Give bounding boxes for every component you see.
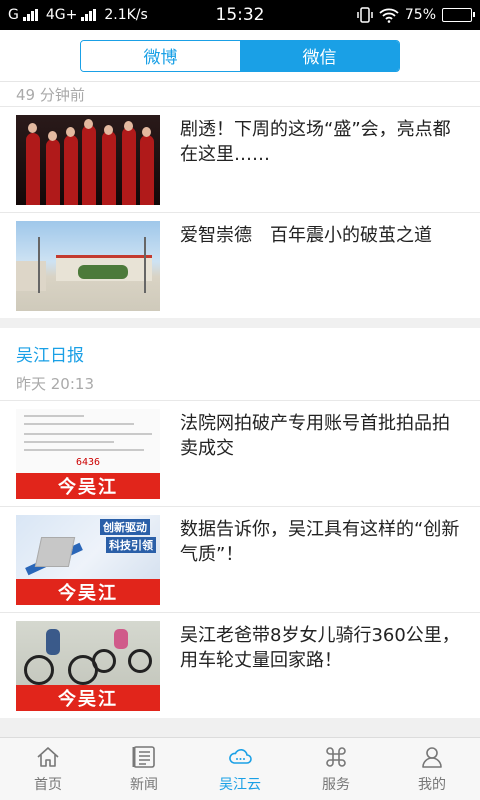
article-title: 爱智崇德 百年震小的破茧之道 (180, 225, 432, 246)
network-label: 4G+ (45, 7, 78, 23)
home-icon (37, 747, 59, 767)
article-title: 剧透！下周的这场“盛”会，亮点都在这里…… (180, 119, 451, 165)
article-title: 法院网拍破产专用账号首批拍品拍卖成交 (180, 413, 450, 459)
tab-label: 我的 (418, 777, 446, 793)
service-icon (326, 747, 346, 767)
list-item[interactable]: 创新驱动 科技引领 今吴江 数据告诉你，吴江具有这样的“创新气质”！ (0, 506, 480, 612)
status-left: G 4G+ 2.1K/s (8, 7, 357, 23)
tab-wujiang-cloud[interactable]: 吴江云 (192, 738, 288, 800)
tab-label: 服务 (322, 777, 350, 793)
group-header: 吴江日报 昨天 20:13 (0, 328, 480, 400)
signal-icon (22, 9, 38, 21)
carrier-label: G (8, 7, 19, 23)
group-timestamp: 昨天 20:13 (16, 374, 94, 393)
thumbnail-brand-band: 今吴江 (16, 684, 160, 711)
article-title: 吴江老爸带8岁女儿骑行360公里，用车轮丈量回家路！ (180, 625, 460, 671)
user-icon (422, 747, 442, 768)
thumbnail-brand-band: 今吴江 (16, 472, 160, 499)
source-switcher: 微博 微信 (80, 39, 400, 72)
list-item[interactable]: 爱智崇德 百年震小的破茧之道 (0, 212, 480, 318)
net-speed: 2.1K/s (104, 7, 148, 23)
bottom-tab-bar: 首页 新闻 吴江云 服务 我的 (0, 737, 480, 800)
feed-group: 吴江日报 昨天 20:13 6436 今吴江 法院网拍破产专用账号首批拍品拍卖成… (0, 328, 480, 718)
tab-label: 吴江云 (219, 777, 261, 793)
article-thumbnail: 创新驱动 科技引领 今吴江 (16, 514, 160, 605)
article-thumbnail: 今吴江 (16, 620, 160, 711)
thumbnail-caption: 科技引领 (106, 536, 156, 553)
status-right: 75% (357, 7, 475, 23)
status-bar: G 4G+ 2.1K/s 15:32 75% (0, 0, 480, 30)
tab-wechat[interactable]: 微信 (240, 40, 399, 71)
tab-label: 新闻 (130, 777, 158, 793)
article-thumbnail: 6436 今吴江 (16, 408, 160, 499)
tab-service[interactable]: 服务 (288, 738, 384, 800)
article-title: 数据告诉你，吴江具有这样的“创新气质”！ (180, 519, 460, 565)
thumbnail-number: 6436 (76, 456, 101, 468)
tab-mine[interactable]: 我的 (384, 738, 480, 800)
thumbnail-caption: 创新驱动 (100, 518, 150, 535)
tab-label: 首页 (34, 777, 62, 793)
cloud-icon (229, 749, 252, 764)
article-thumbnail (16, 220, 160, 311)
tab-weibo[interactable]: 微博 (81, 40, 240, 71)
group-source-name[interactable]: 吴江日报 (16, 340, 464, 366)
article-thumbnail (16, 114, 160, 205)
list-item[interactable]: 剧透！下周的这场“盛”会，亮点都在这里…… (0, 106, 480, 212)
tab-home[interactable]: 首页 (0, 738, 96, 800)
wifi-icon (379, 8, 399, 23)
vibrate-icon (357, 7, 373, 23)
signal-icon-2 (81, 9, 97, 21)
list-item[interactable]: 今吴江 吴江老爸带8岁女儿骑行360公里，用车轮丈量回家路！ (0, 612, 480, 718)
battery-percent: 75% (404, 7, 436, 23)
thumbnail-brand-band: 今吴江 (16, 578, 160, 605)
tab-news[interactable]: 新闻 (96, 738, 192, 800)
battery-icon (442, 8, 475, 22)
source-switcher-bar: 微博 微信 (0, 30, 480, 82)
news-feed[interactable]: 49 分钟前 剧透！下周的这场“盛”会，亮点都在这里…… 爱智崇德 百年震小的破… (0, 82, 480, 737)
feed-group: 49 分钟前 剧透！下周的这场“盛”会，亮点都在这里…… 爱智崇德 百年震小的破… (0, 82, 480, 318)
group-timestamp: 49 分钟前 (16, 85, 85, 104)
list-item[interactable]: 6436 今吴江 法院网拍破产专用账号首批拍品拍卖成交 (0, 400, 480, 506)
news-icon (132, 746, 155, 768)
